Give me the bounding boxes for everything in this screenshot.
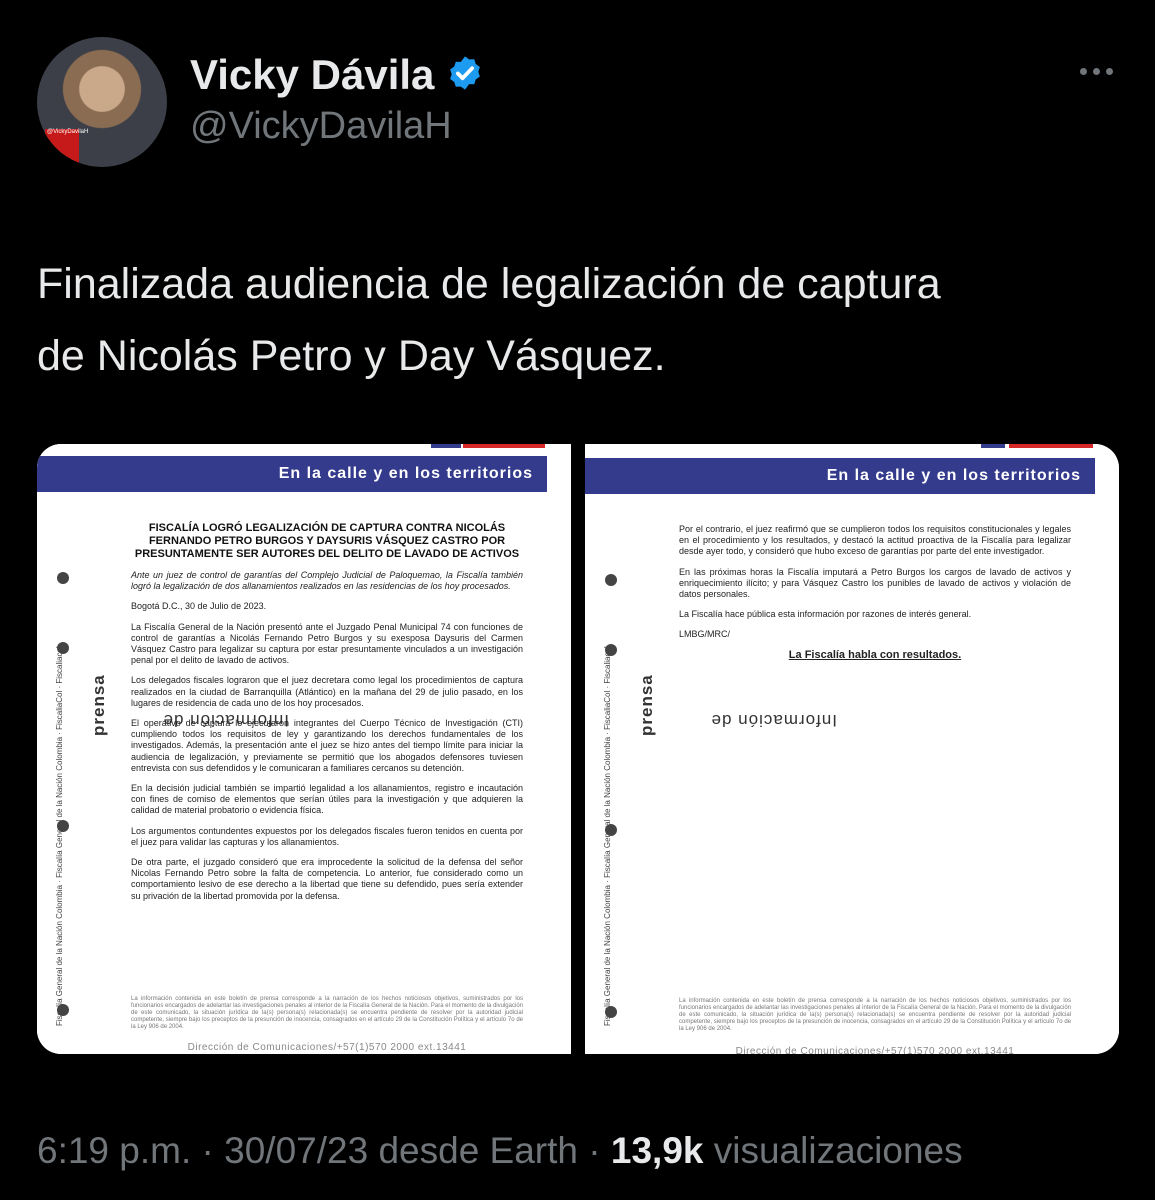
tweet-media[interactable]: En la calle y en los territorios Informa… — [37, 444, 1119, 1054]
tweet-date-source[interactable]: 30/07/23 desde Earth — [224, 1130, 578, 1171]
document-paragraph: El operativo de captura lo ejecutaron in… — [131, 718, 523, 773]
header-band: En la calle y en los territorios — [585, 458, 1095, 494]
document-date: Bogotá D.C., 30 de Julio de 2023. — [131, 601, 267, 612]
side-label: Información de prensa — [631, 536, 837, 736]
document-lead: Ante un juez de control de garantías del… — [131, 570, 523, 592]
tweet-text-line-1: Finalizada audiencia de legalización de … — [37, 260, 941, 308]
side-label-prefix: Información de — [710, 711, 837, 730]
author-name-row: Vicky Dávila — [190, 50, 484, 100]
document-disclaimer: La información contenida en este boletín… — [679, 998, 1071, 1032]
document-body: Por el contrario, el juez reafirmó que s… — [679, 524, 1071, 670]
meta-separator: · — [191, 1130, 225, 1171]
media-divider — [571, 444, 585, 1054]
tweet-metadata: 6:19 p.m. · 30/07/23 desde Earth · 13,9k… — [37, 1130, 963, 1172]
document-closing: La Fiscalía habla con resultados. — [788, 648, 962, 661]
avatar[interactable]: @VickyDavilaH — [37, 37, 167, 167]
document-body: FISCALÍA LOGRÓ LEGALIZACIÓN DE CAPTURA C… — [131, 522, 523, 911]
twitter-icon — [605, 644, 617, 656]
flag-stripe — [1009, 444, 1093, 448]
document-paragraph: La Fiscalía hace pública esta informació… — [679, 609, 972, 620]
side-label-bold: prensa — [89, 674, 108, 736]
document-paragraph: La Fiscalía General de la Nación present… — [131, 621, 523, 666]
facebook-icon — [57, 820, 69, 832]
press-release-page-1[interactable]: En la calle y en los territorios Informa… — [37, 444, 571, 1054]
tweet-text: Finalizada audiencia de legalización de … — [37, 248, 1127, 392]
instagram-icon — [57, 572, 69, 584]
document-initials: LMBG/MRC/ — [679, 629, 731, 640]
side-label-bold: prensa — [637, 674, 656, 736]
document-paragraph: Los argumentos contundentes expuestos po… — [131, 825, 523, 847]
side-org-text: Fiscalía General de la Nación Colombia ·… — [55, 646, 64, 1026]
side-label: Información de prensa — [83, 536, 289, 736]
verified-badge-icon — [446, 54, 484, 97]
twitter-icon — [57, 642, 69, 654]
flag-stripe — [981, 444, 1005, 448]
meta-separator: · — [578, 1130, 611, 1171]
flag-stripe — [463, 444, 545, 448]
document-title: FISCALÍA LOGRÓ LEGALIZACIÓN DE CAPTURA C… — [134, 522, 520, 560]
author-handle[interactable]: @VickyDavilaH — [190, 105, 452, 148]
document-disclaimer: La información contenida en este boletín… — [131, 996, 523, 1030]
side-org-text: Fiscalía General de la Nación Colombia ·… — [603, 646, 612, 1026]
youtube-icon — [57, 1004, 69, 1016]
youtube-icon — [605, 1006, 617, 1018]
document-footer: Dirección de Comunicaciones/+57(1)570 20… — [187, 1042, 467, 1053]
document-paragraph: En la decisión judicial también se impar… — [131, 783, 523, 816]
tweet-time[interactable]: 6:19 p.m. — [37, 1130, 191, 1171]
flag-stripe — [431, 444, 461, 448]
header-band: En la calle y en los territorios — [37, 456, 547, 492]
tweet-text-line-2: de Nicolás Petro y Day Vásquez. — [37, 332, 666, 380]
author-name[interactable]: Vicky Dávila — [190, 50, 434, 100]
avatar-caption: @VickyDavilaH — [47, 129, 89, 135]
views-label: visualizaciones — [703, 1130, 963, 1171]
document-paragraph: Por el contrario, el juez reafirmó que s… — [679, 524, 1071, 557]
facebook-icon — [605, 824, 617, 836]
press-release-page-2[interactable]: En la calle y en los territorios Informa… — [585, 444, 1119, 1054]
document-footer: Dirección de Comunicaciones/+57(1)570 20… — [735, 1046, 1015, 1054]
document-paragraph: De otra parte, el juzgado consideró que … — [131, 857, 523, 901]
document-paragraph: Los delegados fiscales lograron que el j… — [131, 675, 523, 708]
instagram-icon — [605, 574, 617, 586]
more-options-icon[interactable] — [1080, 68, 1113, 75]
document-paragraph: En las próximas horas la Fiscalía imputa… — [679, 566, 1071, 600]
views-count[interactable]: 13,9k — [611, 1130, 704, 1171]
